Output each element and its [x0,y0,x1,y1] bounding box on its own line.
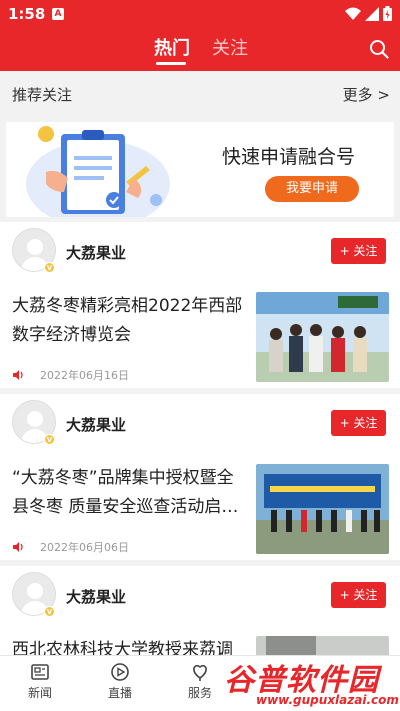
nav-news-label: 新闻 [27,686,52,700]
search-icon[interactable] [368,38,390,60]
recommend-bar: 推荐关注 更多 > [0,71,400,115]
status-bar: 1:58 A [0,0,400,28]
top-tabs: 热门 关注 [0,34,400,66]
author-name[interactable]: 大荔果业 [66,414,126,435]
watermark-url: www.gupuxlazai.com [256,693,399,707]
status-indicators [345,6,392,21]
apply-button[interactable]: 我要申请 [265,176,359,202]
banner-title: 快速申请融合号 [222,146,356,168]
verified-badge-icon: V [44,262,55,273]
site-watermark: 谷普软件园 www.gupuxlazai.com [220,655,400,711]
follow-button[interactable]: + 关注 [331,238,386,264]
news-thumbnail[interactable] [256,292,389,382]
news-thumbnail[interactable] [256,464,389,554]
verified-badge-icon: V [44,606,55,617]
news-title[interactable]: “大荔冬枣”品牌集中授权暨全县冬枣 质量安全巡查活动启… [12,464,246,522]
apply-banner[interactable]: 快速申请融合号 我要申请 [6,122,394,217]
news-icon [31,664,49,680]
tab-hot[interactable]: 热门 [154,34,190,60]
verified-badge-icon: V [44,434,55,445]
news-card[interactable]: V 大荔果业 + 关注 大荔冬枣精彩亮相2022年西部数字经济博览会 2022年… [0,222,400,388]
speaker-icon[interactable] [12,541,24,553]
nav-service-label: 服务 [187,686,212,700]
status-time: 1:58 [8,5,46,23]
wifi-icon [345,7,361,20]
active-tab-indicator [156,62,186,65]
news-date: 2022年06月16日 [40,369,129,382]
nav-news[interactable]: 新闻 [10,662,70,701]
author-name[interactable]: 大荔果业 [66,242,126,263]
clipboard-illustration [26,126,170,217]
live-icon [111,663,129,681]
nav-live-label: 直播 [107,686,132,700]
signal-icon [365,6,379,21]
nav-live[interactable]: 直播 [90,662,150,701]
news-date: 2022年06月06日 [40,541,129,554]
notification-a-icon: A [52,8,64,20]
news-title[interactable]: 大荔冬枣精彩亮相2022年西部数字经济博览会 [12,292,246,350]
top-header: 1:58 A 热门 关注 [0,0,400,71]
tab-following[interactable]: 关注 [212,34,248,60]
follow-button[interactable]: + 关注 [331,410,386,436]
battery-icon [383,6,392,21]
author-name[interactable]: 大荔果业 [66,586,126,607]
follow-button[interactable]: + 关注 [331,582,386,608]
recommend-more-link[interactable]: 更多 > [343,84,390,105]
service-icon [193,664,207,681]
speaker-icon[interactable] [12,369,24,381]
recommend-title: 推荐关注 [12,86,73,104]
news-card[interactable]: V 大荔果业 + 关注 “大荔冬枣”品牌集中授权暨全县冬枣 质量安全巡查活动启…… [0,394,400,560]
